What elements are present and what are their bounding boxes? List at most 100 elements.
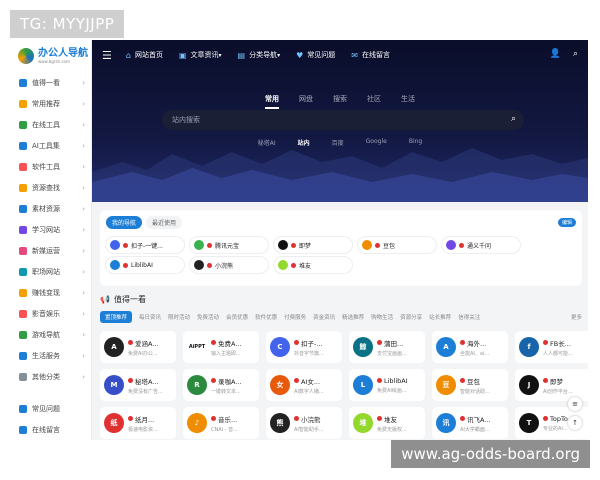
more-link[interactable]: 更多 bbox=[571, 313, 582, 321]
search-tab[interactable]: 常用 bbox=[265, 94, 279, 109]
sidebar-item[interactable]: 其他分类 › bbox=[12, 366, 91, 387]
site-card[interactable]: L LiblibAI 免费AI绘画... bbox=[349, 369, 425, 401]
nav-item[interactable]: ✉ 在线留言 bbox=[351, 50, 390, 60]
site-card-desc: 全能AI、ai... bbox=[460, 350, 490, 357]
sidebar-bottom-item[interactable]: 在线留言 bbox=[12, 419, 92, 440]
site-card[interactable]: 熊 小浣熊 AI智能助手... bbox=[266, 407, 342, 439]
site-card[interactable]: C 扣子-... 抖音字节旗... bbox=[266, 331, 342, 363]
sidebar-item[interactable]: 职场网站 › bbox=[12, 261, 91, 282]
sidebar-item[interactable]: 新媒运营 › bbox=[12, 240, 91, 261]
logo[interactable]: 办公人导航 www.bgrsh.com bbox=[12, 40, 91, 72]
nav-item-label: 分类导航 bbox=[249, 51, 278, 59]
nav-item[interactable]: ▤ 分类导航 ▾ bbox=[238, 50, 281, 60]
search-tab[interactable]: 社区 bbox=[367, 94, 381, 109]
site-card[interactable]: 讯 讯飞A... AI大学霸面... bbox=[432, 407, 508, 439]
site-card[interactable]: ♪ 音乐... CNAI - 音... bbox=[183, 407, 259, 439]
search-tab[interactable]: 搜索 bbox=[333, 94, 347, 109]
sidebar-item[interactable]: 软件工具 › bbox=[12, 156, 91, 177]
back-to-top-icon[interactable]: ↑ bbox=[568, 416, 582, 430]
site-card[interactable]: 纸 纸月... 极速电影资... bbox=[100, 407, 176, 439]
my-nav-tab[interactable]: 我的导航 bbox=[106, 216, 143, 229]
section-tab[interactable]: 资金资讯 bbox=[313, 313, 335, 321]
edit-button[interactable]: 编辑 bbox=[557, 218, 576, 227]
site-card[interactable]: R 录咖A... 一键转文本... bbox=[183, 369, 259, 401]
site-card[interactable]: f FB长... 人人都可能... bbox=[515, 331, 588, 363]
site-card[interactable]: AiPPT 免费A... 输入主题即... bbox=[183, 331, 259, 363]
site-card[interactable]: A 海外... 全能AI、ai... bbox=[432, 331, 508, 363]
sidebar-item[interactable]: 资源查找 › bbox=[12, 177, 91, 198]
sidebar-item[interactable]: 值得一看 › bbox=[12, 72, 91, 93]
search-input[interactable] bbox=[172, 116, 492, 124]
section-tab[interactable]: 置顶推荐 bbox=[100, 311, 133, 323]
nav-item[interactable]: ▣ 文章资讯 ▾ bbox=[179, 50, 222, 60]
search-icon[interactable]: ⌕ bbox=[573, 49, 578, 59]
site-card-title: 录咖A... bbox=[218, 377, 242, 386]
site-card-title-row: 音乐... bbox=[211, 414, 238, 424]
site-card[interactable]: 堆 堆友 免费无版权... bbox=[349, 407, 425, 439]
sidebar-item[interactable]: 常用推荐 › bbox=[12, 93, 91, 114]
section-tab[interactable]: 付费服务 bbox=[284, 313, 306, 321]
sidebar-item[interactable]: 影音娱乐 › bbox=[12, 303, 91, 324]
section-tab[interactable]: 每日资讯 bbox=[139, 313, 161, 321]
sidebar-item[interactable]: 在线工具 › bbox=[12, 114, 91, 135]
quick-link[interactable]: 豆包 bbox=[358, 237, 436, 253]
search-engine[interactable]: Google bbox=[366, 138, 387, 147]
software-icon bbox=[19, 162, 27, 171]
hot-badge-icon bbox=[294, 378, 299, 383]
site-logo-icon: AiPPT bbox=[187, 337, 207, 357]
menu-icon[interactable]: ☰ bbox=[102, 49, 112, 62]
section-tab[interactable]: 资源分享 bbox=[400, 313, 422, 321]
section-title-text: 值得一看 bbox=[113, 295, 146, 304]
hot-badge-icon bbox=[207, 262, 212, 268]
search-submit-icon[interactable]: ⌕ bbox=[511, 114, 516, 124]
search-engine[interactable]: 百度 bbox=[332, 138, 344, 147]
quick-link[interactable]: LiblibAI bbox=[106, 257, 184, 273]
site-card[interactable]: 豆 豆包 智能对话助... bbox=[432, 369, 508, 401]
sidebar-item[interactable]: 生活服务 › bbox=[12, 345, 91, 366]
site-card[interactable]: A 爱涵A... 免费AI办公... bbox=[100, 331, 176, 363]
site-card-desc: AI创作平台... bbox=[543, 388, 573, 395]
quick-link[interactable]: 扣子-一键... bbox=[106, 237, 184, 253]
section-tab[interactable]: 精选推荐 bbox=[342, 313, 364, 321]
quick-link[interactable]: 堆友 bbox=[274, 257, 352, 273]
sidebar-item[interactable]: 赚钱变现 › bbox=[12, 282, 91, 303]
user-icon[interactable]: 👤 bbox=[550, 49, 561, 59]
site-logo-icon bbox=[446, 240, 456, 250]
quick-link[interactable]: 小浣熊 bbox=[190, 257, 268, 273]
sidebar-item[interactable]: 素材资源 › bbox=[12, 198, 91, 219]
sidebar-item[interactable]: 学习网站 › bbox=[12, 219, 91, 240]
search-engine[interactable]: Bing bbox=[409, 138, 422, 147]
site-card[interactable]: 女 AI女... AI数字人播... bbox=[266, 369, 342, 401]
chevron-right-icon: › bbox=[82, 246, 85, 255]
site-card[interactable]: 鲸 蒲田... 支付宝画画... bbox=[349, 331, 425, 363]
quick-link[interactable]: 通义千问 bbox=[442, 237, 520, 253]
quick-link[interactable]: 即梦 bbox=[274, 237, 352, 253]
comment-icon[interactable]: ≡ bbox=[568, 397, 582, 411]
search-engine[interactable]: 站内 bbox=[298, 138, 310, 147]
my-nav-tab[interactable]: 最近使用 bbox=[146, 216, 183, 229]
site-card[interactable]: M 秘塔A... 免费没有广告... bbox=[100, 369, 176, 401]
thumb-icon bbox=[19, 99, 27, 108]
site-card-title-row: 蒲田... bbox=[377, 338, 407, 348]
section-tab[interactable]: 软件优惠 bbox=[255, 313, 277, 321]
sidebar-bottom-item[interactable]: 常见问题 bbox=[12, 398, 92, 419]
briefcase-icon bbox=[19, 267, 27, 276]
search-tab[interactable]: 网盘 bbox=[299, 94, 313, 109]
nav-item[interactable]: ⌂ 网站首页 bbox=[126, 50, 163, 60]
section-tab[interactable]: 会员优惠 bbox=[226, 313, 248, 321]
top-navigation: ☰ ⌂ 网站首页 ▣ 文章资讯 ▾ ▤ 分类导航 ▾ ♥ 常见问题 ✉ 在线留言 👤 ⌕ bbox=[92, 40, 588, 70]
sidebar-item[interactable]: AI工具集 › bbox=[12, 135, 91, 156]
section-tab[interactable]: 购物生活 bbox=[371, 313, 393, 321]
quick-link[interactable]: 腾讯元宝 bbox=[190, 237, 268, 253]
section-tab[interactable]: 限时活动 bbox=[168, 313, 190, 321]
section-tab[interactable]: 站长推荐 bbox=[429, 313, 451, 321]
nav-item[interactable]: ♥ 常见问题 bbox=[296, 50, 335, 60]
search-tab[interactable]: 生活 bbox=[401, 94, 415, 109]
chevron-down-icon: ▾ bbox=[218, 51, 222, 59]
search-engine[interactable]: 秘塔AI bbox=[258, 138, 276, 147]
section-tab[interactable]: 信得关注 bbox=[458, 313, 480, 321]
sidebar-item-label: 生活服务 bbox=[32, 351, 60, 360]
site-card-desc: 免费无版权... bbox=[377, 426, 407, 433]
sidebar-item[interactable]: 游戏导航 › bbox=[12, 324, 91, 345]
section-tab[interactable]: 免费活动 bbox=[197, 313, 219, 321]
